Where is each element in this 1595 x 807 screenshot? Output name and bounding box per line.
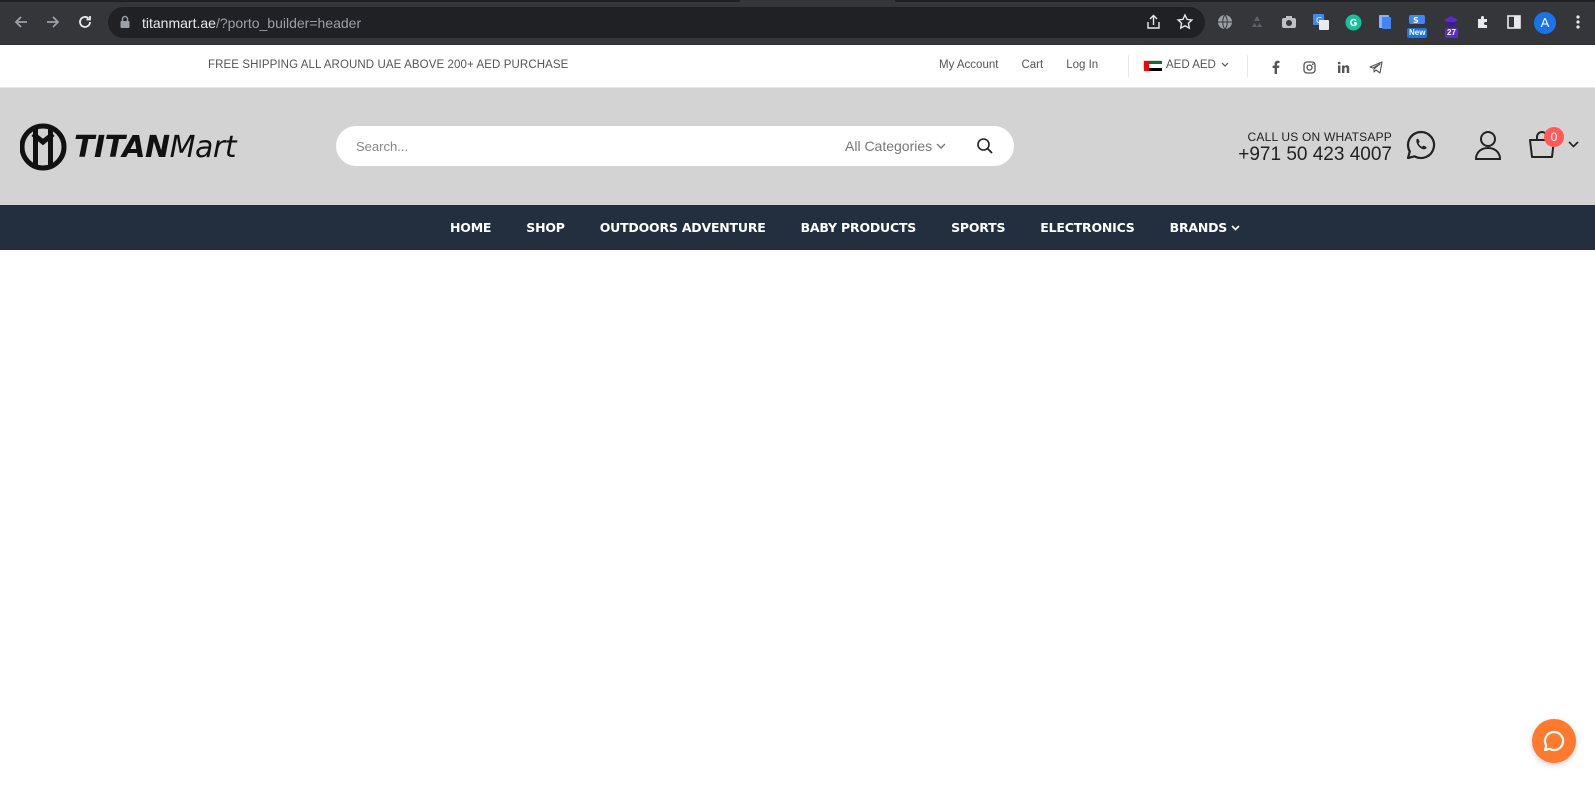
telegram-icon[interactable] <box>1368 59 1384 75</box>
lock-icon <box>120 15 130 28</box>
recycle-icon[interactable] <box>1247 12 1267 32</box>
site-logo[interactable]: TITANMart <box>20 120 236 174</box>
nav-item-sports[interactable]: SPORTS <box>951 220 1005 235</box>
svg-text:S: S <box>1413 16 1419 25</box>
tab-strip-edge <box>0 0 1595 2</box>
divider <box>1247 55 1248 77</box>
reload-button[interactable] <box>73 10 97 34</box>
share-icon[interactable] <box>1145 13 1163 31</box>
address-bar[interactable]: titanmart.ae/?porto_builder=header <box>108 7 1205 38</box>
svg-text:G: G <box>1316 16 1322 25</box>
titan-logo-icon <box>20 123 67 171</box>
whatsapp-phone[interactable]: +971 50 423 4007 <box>1238 144 1392 166</box>
globe-icon[interactable] <box>1215 12 1235 32</box>
my-account-link[interactable]: My Account <box>939 59 998 71</box>
count-badge: 27 <box>1445 28 1458 38</box>
nav-item-baby-products[interactable]: BABY PRODUCTS <box>801 220 917 235</box>
chat-bubble-icon <box>1543 730 1565 752</box>
instagram-icon[interactable] <box>1301 59 1317 75</box>
camera-icon[interactable] <box>1279 12 1299 32</box>
bookmark-star-icon[interactable] <box>1176 13 1194 31</box>
chevron-down-icon <box>936 143 946 149</box>
cart-link[interactable]: Cart <box>1021 59 1043 71</box>
user-account-icon[interactable] <box>1473 129 1503 161</box>
logo-wordmark: TITANMart <box>74 129 236 165</box>
hat-extension-icon[interactable]: 27 <box>1441 12 1461 38</box>
search-bar: All Categories <box>336 126 1014 166</box>
grammarly-icon[interactable] <box>1343 12 1363 32</box>
back-arrow-icon <box>14 16 27 28</box>
nav-item-brands[interactable]: BRANDS <box>1170 220 1240 235</box>
puzzle-icon[interactable] <box>1473 12 1493 32</box>
chevron-down-icon[interactable] <box>1567 138 1579 150</box>
whatsapp-label: CALL US ON WHATSAPP <box>1247 130 1392 144</box>
currency-label: AED AED <box>1166 59 1216 71</box>
whatsapp-contact: CALL US ON WHATSAPP +971 50 423 4007 <box>1238 130 1392 166</box>
whatsapp-icon[interactable] <box>1405 129 1437 161</box>
chat-launcher-button[interactable] <box>1532 719 1576 763</box>
top-info-bar: FREE SHIPPING ALL AROUND UAE ABOVE 200+ … <box>0 45 1595 88</box>
forward-arrow-icon <box>47 16 60 28</box>
nav-item-home[interactable]: HOME <box>450 220 491 235</box>
nav-item-shop[interactable]: SHOP <box>526 220 565 235</box>
kebab-menu-icon[interactable] <box>1568 12 1588 32</box>
docs-icon[interactable] <box>1375 12 1395 32</box>
search-input[interactable] <box>356 136 796 156</box>
site-header: TITANMart All Categories CALL US ON WHAT… <box>0 88 1595 205</box>
category-dropdown[interactable]: All Categories <box>845 138 946 154</box>
facebook-icon[interactable] <box>1268 59 1284 75</box>
chevron-down-icon <box>1231 224 1240 231</box>
divider <box>1128 55 1129 77</box>
browser-toolbar: titanmart.ae/?porto_builder=header G S N… <box>0 0 1595 45</box>
account-links: My Account Cart Log In <box>939 59 1098 71</box>
main-navigation: HOME SHOP OUTDOORS ADVENTURE BABY PRODUC… <box>0 205 1595 250</box>
reload-icon <box>79 16 91 28</box>
nav-item-outdoors-adventure[interactable]: OUTDOORS ADVENTURE <box>600 220 766 235</box>
new-extension-icon[interactable]: S New <box>1407 12 1428 38</box>
search-icon[interactable] <box>976 137 994 155</box>
category-label: All Categories <box>845 138 933 154</box>
url-text: titanmart.ae/?porto_builder=header <box>142 15 362 31</box>
nav-item-electronics[interactable]: ELECTRONICS <box>1040 220 1135 235</box>
profile-avatar[interactable]: A <box>1534 12 1556 34</box>
uae-flag-icon <box>1143 60 1162 71</box>
forward-button[interactable] <box>41 10 65 34</box>
currency-switcher[interactable]: AED AED <box>1143 59 1229 71</box>
sidepanel-icon[interactable] <box>1504 12 1524 32</box>
cart-count-badge: 0 <box>1544 127 1564 147</box>
linkedin-icon[interactable] <box>1335 59 1351 75</box>
new-badge: New <box>1407 28 1428 38</box>
shipping-notice: FREE SHIPPING ALL AROUND UAE ABOVE 200+ … <box>208 59 569 71</box>
back-button[interactable] <box>9 10 33 34</box>
chevron-down-icon <box>1221 62 1229 67</box>
translate-icon[interactable]: G <box>1311 12 1331 32</box>
login-link[interactable]: Log In <box>1066 59 1098 71</box>
